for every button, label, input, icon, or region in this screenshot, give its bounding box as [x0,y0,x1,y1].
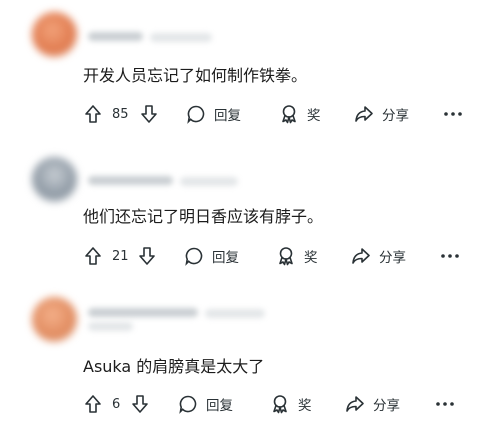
comment-text: 他们还忘记了明日香应该有脖子。 [83,207,324,226]
arrow-up-icon [85,247,101,265]
reply-label: 回复 [212,250,239,266]
comment-text: 开发人员忘记了如何制作铁拳。 [83,66,308,85]
award-button[interactable]: 奖 [270,389,312,419]
upvote-button[interactable] [84,99,102,129]
share-icon [352,248,370,264]
upvote-button[interactable] [84,389,102,419]
award-button[interactable]: 奖 [276,241,318,271]
timestamp [205,309,265,318]
username[interactable] [88,176,173,185]
flair [88,322,133,331]
timestamp [180,177,238,186]
vote-count: 85 [112,106,129,122]
share-label: 分享 [382,108,409,124]
username[interactable] [88,32,143,41]
award-button[interactable]: 奖 [279,99,321,129]
share-label: 分享 [379,250,406,266]
reply-button[interactable]: 回复 [186,99,241,129]
comment-bubble-icon [187,105,205,124]
reply-label: 回复 [206,398,233,414]
avatar[interactable] [32,157,77,202]
award-label: 奖 [304,250,318,266]
arrow-down-icon [132,395,148,413]
award-label: 奖 [298,398,312,414]
vote-count: 21 [112,248,129,264]
downvote-button[interactable] [131,389,149,419]
share-button[interactable]: 分享 [345,389,400,419]
comment-bubble-icon [179,395,197,414]
share-icon [346,396,364,412]
reply-label: 回复 [214,108,241,124]
more-options-button[interactable] [436,389,454,419]
share-button[interactable]: 分享 [351,241,406,271]
more-horizontal-icon [441,254,459,258]
comment-actions: 85 回复 奖 分享 [0,99,493,129]
downvote-button[interactable] [140,99,158,129]
arrow-down-icon [139,247,155,265]
arrow-up-icon [85,105,101,123]
award-icon [273,395,287,414]
award-label: 奖 [307,108,321,124]
downvote-button[interactable] [138,241,156,271]
timestamp [150,33,212,42]
reply-button[interactable]: 回复 [184,241,239,271]
reply-button[interactable]: 回复 [178,389,233,419]
comment-actions: 21 回复 奖 分享 [0,241,493,271]
more-horizontal-icon [436,402,454,406]
comment-actions: 6 回复 奖 分享 [0,389,493,419]
award-icon [282,105,296,124]
avatar[interactable] [32,12,77,57]
more-options-button[interactable] [441,241,459,271]
comment-bubble-icon [185,247,203,266]
share-label: 分享 [373,398,400,414]
share-icon [355,106,373,122]
arrow-up-icon [85,395,101,413]
award-icon [279,247,293,266]
more-horizontal-icon [444,112,462,116]
more-options-button[interactable] [444,99,462,129]
share-button[interactable]: 分享 [354,99,409,129]
comment-text: Asuka 的肩膀真是太大了 [83,357,265,376]
vote-count: 6 [112,396,121,412]
avatar[interactable] [32,297,77,342]
upvote-button[interactable] [84,241,102,271]
username[interactable] [88,308,198,317]
arrow-down-icon [141,105,157,123]
